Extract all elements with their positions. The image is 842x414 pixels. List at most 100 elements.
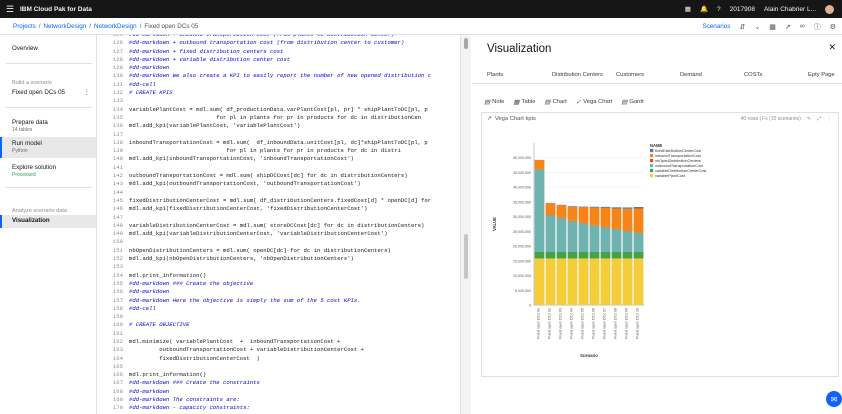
- chevron-down-icon[interactable]: ⌄: [754, 23, 760, 31]
- bar-segment: [545, 203, 556, 215]
- chart-icon: ▤: [544, 99, 551, 106]
- scenarios-button[interactable]: Scenarios: [702, 23, 730, 30]
- code-line: 137: [97, 131, 431, 139]
- breadcrumb-link[interactable]: Projects: [13, 23, 36, 30]
- line-number: 160: [112, 321, 123, 329]
- sidebar-item-prepare-data[interactable]: Prepare data 14 tables: [0, 119, 96, 133]
- code-line: 138 inboundTransportationCost = mdl.sum( …: [97, 139, 431, 147]
- code-text: outboundTransportationCost + variableDis…: [129, 346, 364, 354]
- grid-icon[interactable]: ▦: [769, 23, 776, 31]
- scrollbar-thumb[interactable]: [464, 234, 468, 279]
- overflow-menu-icon[interactable]: ⋮: [84, 89, 90, 96]
- y-axis-label: VALUE: [492, 217, 497, 231]
- legend-label: fixedDistributionCenterCost: [655, 149, 702, 153]
- bar-segment: [633, 251, 644, 259]
- line-number: 154: [112, 271, 123, 279]
- sidebar-item-explore-solution[interactable]: Explore solution Processed: [0, 164, 96, 178]
- tab-costs[interactable]: COSTs: [744, 72, 762, 78]
- x-tick-label: Fixed open DCs 08: [614, 308, 618, 339]
- bar-segment: [545, 251, 556, 259]
- sidebar-item-visualization[interactable]: Visualization: [0, 215, 96, 228]
- tab-customers[interactable]: Customers: [616, 72, 644, 78]
- sidebar-item-sub: 14 tables: [12, 127, 33, 133]
- link-icon[interactable]: ∞: [800, 23, 805, 30]
- scrollbar-thumb[interactable]: [464, 38, 468, 49]
- bar-segment: [567, 258, 578, 305]
- avatar[interactable]: [825, 4, 834, 14]
- bar-segment: [600, 207, 611, 228]
- code-text: mdl.print_information(): [129, 371, 207, 379]
- y-tick-label: 10,000,000: [513, 274, 531, 278]
- expand-icon[interactable]: ⤢: [817, 116, 821, 122]
- code-line: 167 #dd-markdown ### Create the constrain…: [97, 379, 431, 387]
- table-button[interactable]: ▦ Table: [513, 98, 535, 106]
- tab-epty-page[interactable]: Epty Page: [808, 72, 835, 78]
- sidebar-item-label: Run model: [12, 140, 42, 147]
- scenario-name: Fixed open DCs 05: [12, 89, 65, 96]
- more-icon[interactable]: ⋮: [827, 116, 832, 122]
- tab-distribution-centers[interactable]: Distribution Centers: [552, 72, 603, 78]
- code-line: 128 #dd-markdown + variable distribution …: [97, 56, 431, 64]
- line-number: 152: [112, 255, 123, 263]
- bar-segment: [556, 258, 567, 305]
- bar-segment: [578, 223, 589, 252]
- edit-icon[interactable]: ✎: [807, 116, 811, 122]
- note-icon: ▤: [484, 99, 491, 106]
- breadcrumb: Projects / NetworkDesign / NetworkDesign / …: [0, 18, 842, 35]
- apps-icon[interactable]: ▦: [685, 5, 691, 13]
- breadcrumb-link[interactable]: NetworkDesign: [94, 23, 137, 30]
- code-text: mdl.print_information(): [129, 271, 207, 279]
- note-button[interactable]: ▤ Note: [484, 98, 504, 106]
- info-icon[interactable]: ⓘ: [814, 22, 821, 32]
- editor-scrollbar[interactable]: [460, 35, 471, 414]
- table-icon: ▦: [513, 99, 520, 106]
- bar-segment: [600, 227, 611, 252]
- breadcrumb-link[interactable]: NetworkDesign: [44, 23, 87, 30]
- sidebar-item-run-model[interactable]: Run model Python: [0, 137, 96, 158]
- scenario-selector[interactable]: Fixed open DCs 05 ⋮: [0, 89, 96, 96]
- line-number: 141: [112, 163, 123, 171]
- code-text: #dd-markdown + fixed distribution center…: [129, 47, 284, 55]
- sidebar-item-label: Visualization: [12, 217, 50, 224]
- legend-swatch: [650, 159, 654, 163]
- code-line: 153: [97, 263, 431, 271]
- bar-segment: [589, 206, 600, 208]
- notification-icon[interactable]: 🔔: [700, 5, 708, 13]
- code-line: 168 #dd-markdown: [97, 388, 431, 396]
- sidebar-item-sub: Python: [12, 148, 28, 154]
- scenario-list-icon[interactable]: ⇵: [739, 23, 745, 31]
- vega-chart-button[interactable]: ✓ Vega Chart: [576, 98, 612, 106]
- line-number: 167: [112, 379, 123, 387]
- chart-button[interactable]: ▤ Chart: [544, 98, 566, 106]
- line-number: 140: [112, 155, 123, 163]
- close-icon[interactable]: ✕: [828, 42, 836, 53]
- bar-segment: [600, 206, 611, 208]
- tab-demand[interactable]: Demand: [680, 72, 702, 78]
- code-text: inboundTransportationCost = mdl.sum( df_…: [129, 138, 428, 146]
- line-number: 161: [112, 329, 123, 337]
- chat-assistant-button[interactable]: ✉: [826, 391, 842, 407]
- code-editor[interactable]: 125#dd-markdown + inbound transportation…: [97, 35, 472, 414]
- gantt-button[interactable]: ▤ Gantt: [621, 98, 643, 106]
- hamburger-menu-icon[interactable]: ☰: [0, 4, 20, 15]
- help-icon[interactable]: ?: [717, 6, 721, 13]
- line-number: 153: [112, 263, 123, 271]
- share-icon[interactable]: ↗: [785, 23, 791, 31]
- settings-icon[interactable]: ⚙: [830, 23, 836, 31]
- y-tick-label: 5,000,000: [515, 289, 531, 293]
- tab-plants[interactable]: Plants: [487, 72, 503, 78]
- bar-segment: [633, 232, 644, 252]
- line-chart-icon: ↗: [487, 116, 492, 122]
- code-text: #dd-markdown: [129, 387, 170, 395]
- line-number: 131: [112, 80, 123, 88]
- user-name[interactable]: Alain Chabrier L...: [764, 6, 816, 13]
- sidebar-item-overview[interactable]: Overview: [0, 45, 96, 52]
- breadcrumb-current: Fixed open DCs 05: [144, 22, 199, 30]
- legend-swatch: [650, 169, 654, 173]
- code-line: 164 fixedDistributionCenterCost ): [97, 355, 431, 363]
- line-number: 142: [112, 172, 123, 180]
- legend-label: variablePlantCost: [655, 174, 686, 178]
- bar-segment: [589, 251, 600, 259]
- panel-title: Visualization: [487, 43, 552, 55]
- legend-swatch: [650, 164, 654, 168]
